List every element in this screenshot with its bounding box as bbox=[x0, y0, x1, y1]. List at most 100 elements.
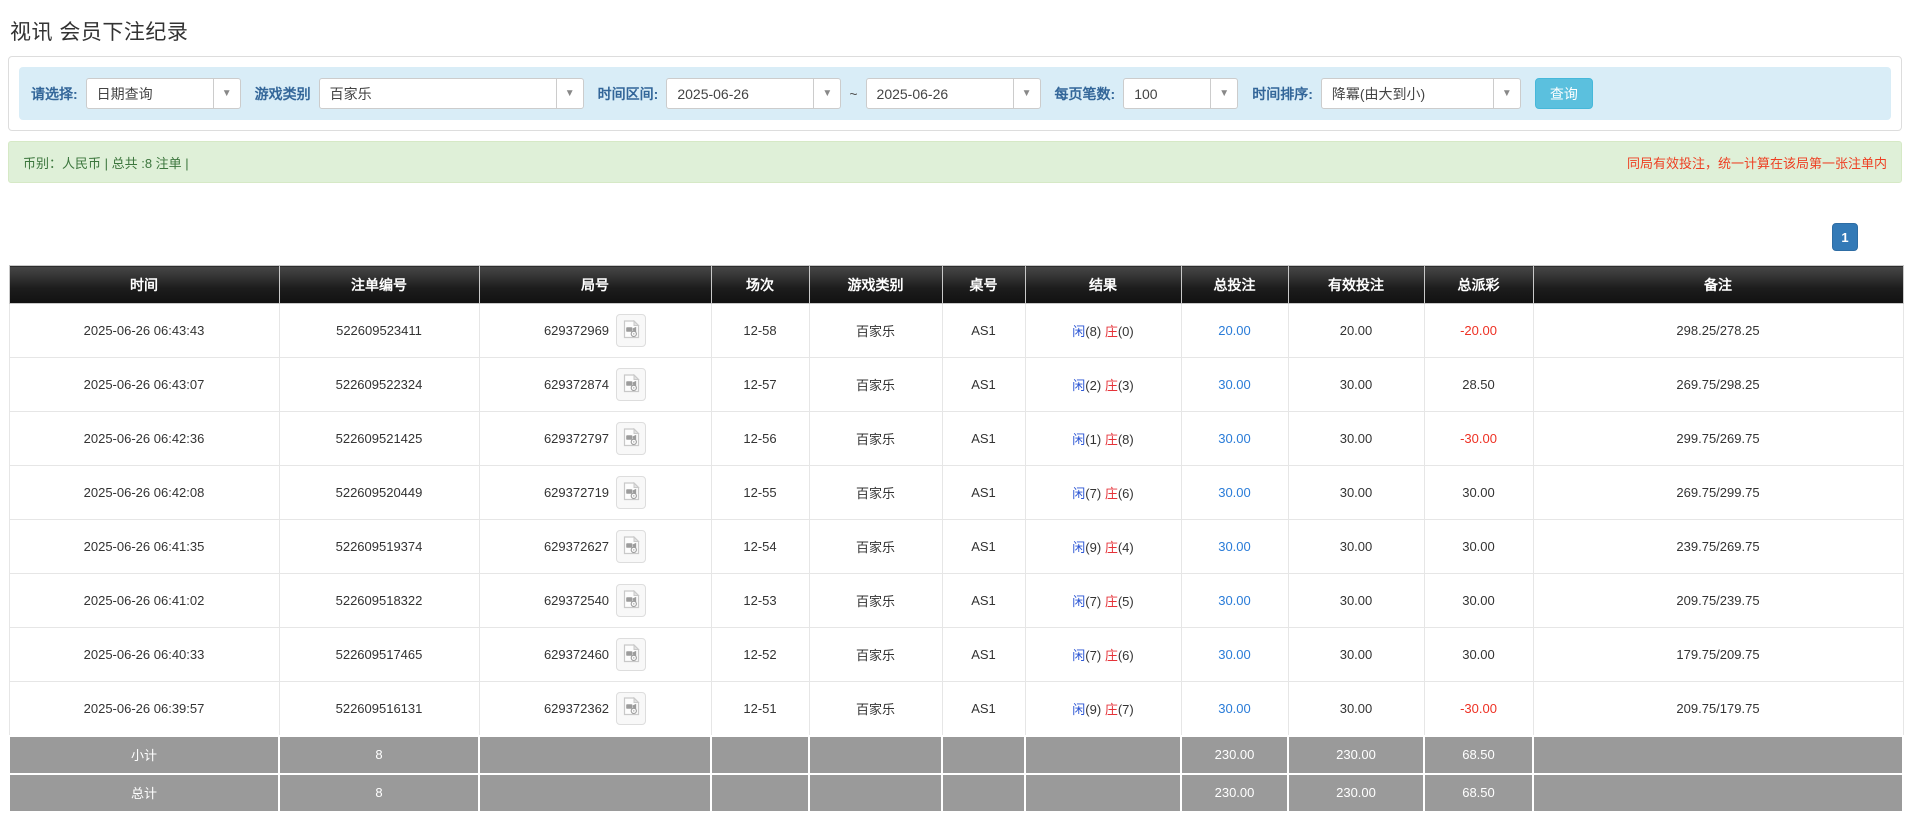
player-result-value: (7) bbox=[1085, 594, 1102, 609]
bet-id-cell: 522609523411 bbox=[278, 303, 480, 358]
banker-result-label: 庄 bbox=[1104, 648, 1118, 663]
video-replay-button[interactable] bbox=[616, 368, 647, 401]
video-file-icon bbox=[623, 643, 640, 666]
valid-bet-cell: 30.00 bbox=[1287, 573, 1425, 628]
video-file-icon bbox=[623, 427, 640, 450]
player-result-label: 闲 bbox=[1072, 378, 1086, 393]
sort-order-select[interactable]: 降冪(由大到小) ▼ bbox=[1320, 78, 1521, 109]
subtotal-count: 8 bbox=[278, 734, 480, 775]
table-row: 2025-06-26 06:42:36 522609521425 6293727… bbox=[8, 411, 1904, 466]
payout-value: 30.00 bbox=[1462, 647, 1495, 662]
video-replay-button[interactable] bbox=[616, 691, 647, 725]
time-cell: 2025-06-26 06:42:36 bbox=[8, 411, 280, 466]
valid-bet-cell: 30.00 bbox=[1287, 411, 1425, 466]
remark-cell: 209.75/179.75 bbox=[1532, 681, 1904, 736]
empty-cell bbox=[1024, 734, 1182, 775]
total-bet-cell: 30.00 bbox=[1180, 519, 1289, 574]
payout-value: -30.00 bbox=[1460, 700, 1497, 716]
round-id: 629372874 bbox=[543, 377, 610, 392]
total-bet-link[interactable]: 30.00 bbox=[1218, 485, 1251, 500]
total-bet-link[interactable]: 30.00 bbox=[1218, 647, 1251, 662]
total-bet-link[interactable]: 30.00 bbox=[1218, 539, 1251, 554]
header-session: 场次 bbox=[710, 265, 810, 304]
date-to-value: 2025-06-26 bbox=[876, 85, 949, 102]
total-bet-link[interactable]: 20.00 bbox=[1218, 323, 1251, 338]
search-button[interactable]: 查询 bbox=[1534, 78, 1593, 109]
empty-cell bbox=[808, 772, 943, 813]
round-cell: 629372627 bbox=[478, 519, 712, 574]
total-bet-cell: 20.00 bbox=[1180, 303, 1289, 358]
select-type-label: 请选择: bbox=[31, 85, 78, 102]
bet-id-cell: 522609517465 bbox=[278, 627, 480, 682]
filter-panel: 请选择: 日期查询 ▼ 游戏类别 百家乐 ▼ 时间区间: 2025-06-26 … bbox=[8, 56, 1902, 131]
video-replay-button[interactable] bbox=[616, 476, 647, 509]
subtotal-label: 小计 bbox=[8, 734, 280, 775]
betting-records-table: 时间 注单编号 局号 场次 游戏类别 桌号 结果 总投注 有效投注 总派彩 备注… bbox=[8, 265, 1904, 813]
grand-total-valid-bet: 230.00 bbox=[1287, 772, 1425, 813]
game-type-cell: 百家乐 bbox=[808, 303, 943, 358]
empty-cell bbox=[941, 772, 1026, 813]
time-cell: 2025-06-26 06:40:33 bbox=[8, 627, 280, 682]
total-bet-cell: 30.00 bbox=[1180, 357, 1289, 412]
valid-bet-notice-text: 同局有效投注，统一计算在该局第一张注单内 bbox=[1626, 155, 1887, 171]
round-cell: 629372540 bbox=[478, 573, 712, 628]
empty-cell bbox=[1024, 772, 1182, 813]
header-total-bet: 总投注 bbox=[1180, 265, 1289, 304]
payout-cell: -30.00 bbox=[1423, 411, 1534, 466]
page-1-button[interactable]: 1 bbox=[1832, 223, 1858, 251]
player-result-label: 闲 bbox=[1072, 701, 1086, 717]
chevron-down-icon: ▼ bbox=[1210, 79, 1237, 108]
chevron-down-icon: ▼ bbox=[1012, 79, 1040, 108]
payout-value: 30.00 bbox=[1462, 485, 1495, 500]
valid-bet-cell: 30.00 bbox=[1287, 627, 1425, 682]
subtotal-valid-bet: 230.00 bbox=[1287, 734, 1425, 775]
game-type-select[interactable]: 百家乐 ▼ bbox=[318, 78, 584, 109]
remark-cell: 299.75/269.75 bbox=[1532, 411, 1904, 466]
round-id: 629372627 bbox=[543, 539, 610, 554]
video-replay-button[interactable] bbox=[616, 584, 647, 617]
header-time: 时间 bbox=[8, 265, 280, 304]
empty-cell bbox=[808, 734, 943, 775]
page-title: 视讯 会员下注纪录 bbox=[10, 21, 189, 44]
valid-bet-cell: 20.00 bbox=[1287, 303, 1425, 358]
result-cell: 闲(9) 庄(7) bbox=[1024, 681, 1182, 736]
date-to-select[interactable]: 2025-06-26 ▼ bbox=[865, 78, 1041, 109]
session-cell: 12-51 bbox=[710, 681, 810, 736]
game-type-cell: 百家乐 bbox=[808, 627, 943, 682]
session-cell: 12-53 bbox=[710, 573, 810, 628]
time-cell: 2025-06-26 06:42:08 bbox=[8, 465, 280, 520]
page-size-value: 100 bbox=[1134, 85, 1158, 102]
payout-cell: 28.50 bbox=[1423, 357, 1534, 412]
video-replay-button[interactable] bbox=[616, 314, 647, 347]
table-no-cell: AS1 bbox=[941, 627, 1026, 682]
query-type-select[interactable]: 日期查询 ▼ bbox=[85, 78, 241, 109]
video-replay-button[interactable] bbox=[616, 422, 647, 455]
round-id: 629372797 bbox=[543, 431, 610, 446]
total-bet-cell: 30.00 bbox=[1180, 573, 1289, 628]
round-cell: 629372874 bbox=[478, 357, 712, 412]
game-type-cell: 百家乐 bbox=[808, 519, 943, 574]
game-type-cell: 百家乐 bbox=[808, 357, 943, 412]
table-no-cell: AS1 bbox=[941, 465, 1026, 520]
round-cell: 629372362 bbox=[478, 681, 712, 736]
page-size-select[interactable]: 100 ▼ bbox=[1123, 78, 1239, 109]
video-file-icon bbox=[623, 589, 640, 612]
player-result-value: (2) bbox=[1085, 378, 1102, 393]
time-cell: 2025-06-26 06:39:57 bbox=[8, 681, 280, 736]
video-replay-button[interactable] bbox=[616, 530, 647, 563]
time-cell: 2025-06-26 06:43:43 bbox=[8, 303, 280, 358]
payout-cell: 30.00 bbox=[1423, 519, 1534, 574]
total-bet-link[interactable]: 30.00 bbox=[1218, 431, 1251, 446]
sort-order-label: 时间排序: bbox=[1252, 85, 1313, 102]
round-id: 629372719 bbox=[543, 485, 610, 500]
total-bet-link[interactable]: 30.00 bbox=[1218, 593, 1251, 608]
page-size-label: 每页笔数: bbox=[1054, 85, 1116, 102]
banker-result-value: (7) bbox=[1117, 701, 1134, 717]
total-bet-link[interactable]: 30.00 bbox=[1218, 377, 1251, 392]
video-replay-button[interactable] bbox=[616, 638, 647, 671]
header-table-no: 桌号 bbox=[941, 265, 1026, 304]
remark-cell: 239.75/269.75 bbox=[1532, 519, 1904, 574]
total-bet-cell: 30.00 bbox=[1180, 465, 1289, 520]
total-bet-link[interactable]: 30.00 bbox=[1218, 701, 1251, 716]
date-from-select[interactable]: 2025-06-26 ▼ bbox=[666, 78, 842, 109]
